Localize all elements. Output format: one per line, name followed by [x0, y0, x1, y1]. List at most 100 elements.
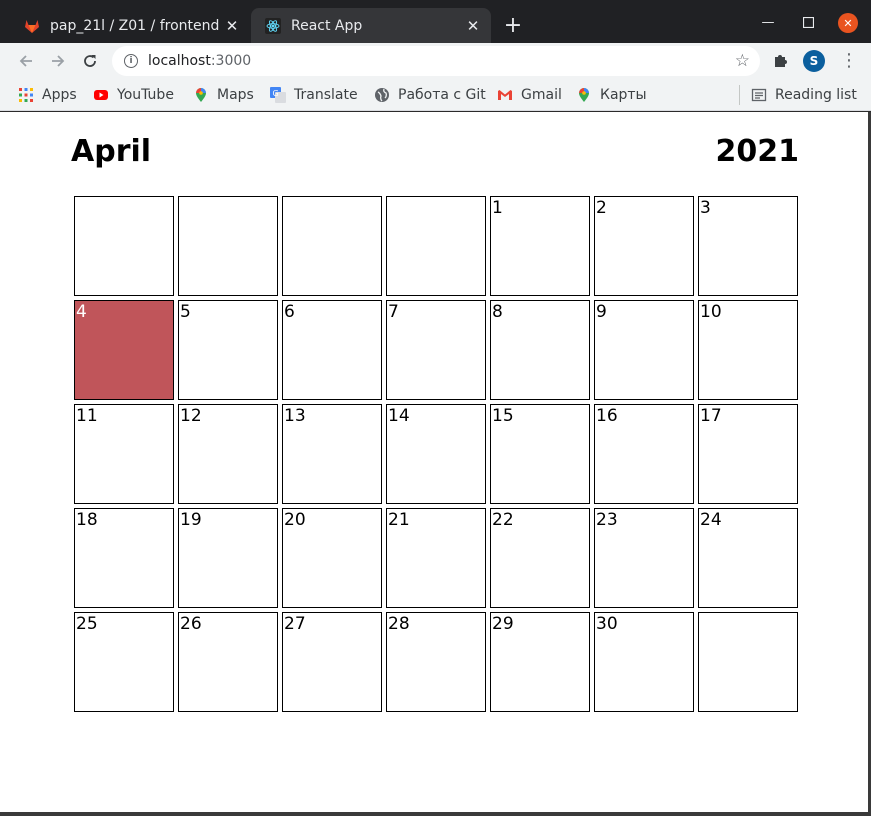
- window-close-icon[interactable]: ✕: [838, 13, 858, 33]
- address-bar[interactable]: i localhost:3000 ☆: [112, 46, 760, 76]
- calendar-day-cell[interactable]: 14: [386, 404, 486, 504]
- calendar-day-cell[interactable]: 10: [698, 300, 798, 400]
- calendar-cell-empty: [282, 196, 382, 296]
- calendar-day-cell[interactable]: 11: [74, 404, 174, 504]
- calendar-day-cell[interactable]: 15: [490, 404, 590, 504]
- forward-arrow-icon[interactable]: [44, 47, 72, 75]
- day-number: 11: [76, 406, 98, 426]
- calendar-day-cell[interactable]: 5: [178, 300, 278, 400]
- bookmark-star-icon[interactable]: ☆: [735, 51, 750, 71]
- bookmark-label: Карты: [600, 87, 647, 103]
- bookmark-label: Gmail: [521, 87, 562, 103]
- calendar-day-cell[interactable]: 16: [594, 404, 694, 504]
- calendar-day-cell[interactable]: 26: [178, 612, 278, 712]
- reload-icon[interactable]: [76, 47, 104, 75]
- gitlab-icon: [24, 18, 40, 34]
- calendar-day-cell[interactable]: 1: [490, 196, 590, 296]
- day-number: 9: [596, 302, 607, 322]
- calendar-day-cell[interactable]: 20: [282, 508, 382, 608]
- day-number: 28: [388, 614, 410, 634]
- calendar-day-cell[interactable]: 29: [490, 612, 590, 712]
- day-number: 12: [180, 406, 202, 426]
- bookmark-rabota-s-git[interactable]: Работа с Git: [374, 85, 486, 105]
- day-number: 18: [76, 510, 98, 530]
- calendar-day-cell[interactable]: 30: [594, 612, 694, 712]
- calendar-day-cell[interactable]: 3: [698, 196, 798, 296]
- day-number: 25: [76, 614, 98, 634]
- calendar-day-cell[interactable]: 12: [178, 404, 278, 504]
- calendar-day-cell[interactable]: 24: [698, 508, 798, 608]
- bookmark-maps[interactable]: Maps: [193, 85, 254, 105]
- calendar-day-cell[interactable]: 18: [74, 508, 174, 608]
- day-number: 15: [492, 406, 514, 426]
- close-icon[interactable]: ✕: [461, 14, 485, 38]
- day-number: 16: [596, 406, 618, 426]
- new-tab-button[interactable]: +: [500, 13, 526, 39]
- calendar-day-cell[interactable]: 13: [282, 404, 382, 504]
- calendar-day-cell-selected[interactable]: 4: [74, 300, 174, 400]
- day-number: 30: [596, 614, 618, 634]
- calendar-day-cell[interactable]: 8: [490, 300, 590, 400]
- day-number: 10: [700, 302, 722, 322]
- bookmark-apps[interactable]: Apps: [18, 85, 77, 105]
- calendar-day-cell[interactable]: 28: [386, 612, 486, 712]
- svg-text:G: G: [273, 89, 279, 98]
- tab-title: pap_21l / Z01 / frontend ·: [50, 17, 220, 34]
- extensions-puzzle-icon[interactable]: [772, 51, 792, 71]
- day-number: 3: [700, 198, 711, 218]
- info-icon[interactable]: i: [124, 54, 138, 68]
- globe-icon: [374, 87, 390, 103]
- bookmark-label: Apps: [42, 87, 77, 103]
- day-number: 29: [492, 614, 514, 634]
- day-number: 22: [492, 510, 514, 530]
- translate-icon: G: [270, 87, 286, 103]
- day-number: 27: [284, 614, 306, 634]
- bookmarks-divider: [739, 85, 740, 105]
- tab-gitlab[interactable]: pap_21l / Z01 / frontend · ✕: [10, 8, 250, 43]
- day-number: 5: [180, 302, 191, 322]
- calendar-day-cell[interactable]: 21: [386, 508, 486, 608]
- bookmark-translate[interactable]: G Translate: [270, 85, 358, 105]
- calendar-day-cell[interactable]: 17: [698, 404, 798, 504]
- bookmark-label: Translate: [294, 87, 358, 103]
- window-border: [0, 812, 871, 816]
- kebab-menu-icon[interactable]: ⋮: [840, 49, 858, 73]
- tab-strip: pap_21l / Z01 / frontend · ✕ React App ✕…: [0, 0, 871, 43]
- calendar-cell-empty: [386, 196, 486, 296]
- calendar-cell-empty: [74, 196, 174, 296]
- calendar-day-cell[interactable]: 25: [74, 612, 174, 712]
- day-number: 13: [284, 406, 306, 426]
- calendar-day-cell[interactable]: 19: [178, 508, 278, 608]
- apps-grid-icon: [18, 87, 34, 103]
- calendar-day-cell[interactable]: 6: [282, 300, 382, 400]
- calendar-grid: 1 2 3 4 5 6 7 8 9 10 11 12 13 14 15 16 17 18 19 20 21 22 23 24 2…: [74, 196, 798, 712]
- calendar-month: April: [71, 134, 152, 169]
- url-text: localhost:3000: [148, 53, 252, 69]
- calendar-day-cell[interactable]: 23: [594, 508, 694, 608]
- back-arrow-icon[interactable]: [12, 47, 40, 75]
- close-icon[interactable]: ✕: [220, 14, 244, 38]
- day-number: 2: [596, 198, 607, 218]
- bookmarks-bar: Apps YouTube Maps G Translate Работа с G…: [0, 79, 871, 111]
- profile-avatar[interactable]: S: [803, 50, 825, 72]
- calendar-day-cell[interactable]: 9: [594, 300, 694, 400]
- maps-pin-icon: [576, 87, 592, 103]
- day-number: 21: [388, 510, 410, 530]
- calendar-day-cell[interactable]: 22: [490, 508, 590, 608]
- bookmark-youtube[interactable]: YouTube: [93, 85, 174, 105]
- calendar-day-cell[interactable]: 27: [282, 612, 382, 712]
- reading-list-button[interactable]: Reading list: [751, 85, 857, 105]
- minimize-icon[interactable]: —: [756, 10, 780, 34]
- calendar-cell-empty: [698, 612, 798, 712]
- browser-toolbar: i localhost:3000 ☆ S ⋮: [0, 43, 871, 79]
- bookmark-karty[interactable]: Карты: [576, 85, 647, 105]
- maximize-icon[interactable]: [796, 10, 820, 34]
- maps-pin-icon: [193, 87, 209, 103]
- youtube-icon: [93, 87, 109, 103]
- day-number: 26: [180, 614, 202, 634]
- tab-react-app[interactable]: React App ✕: [251, 8, 491, 43]
- bookmark-label: Работа с Git: [398, 87, 486, 103]
- calendar-day-cell[interactable]: 2: [594, 196, 694, 296]
- calendar-day-cell[interactable]: 7: [386, 300, 486, 400]
- bookmark-gmail[interactable]: Gmail: [497, 85, 562, 105]
